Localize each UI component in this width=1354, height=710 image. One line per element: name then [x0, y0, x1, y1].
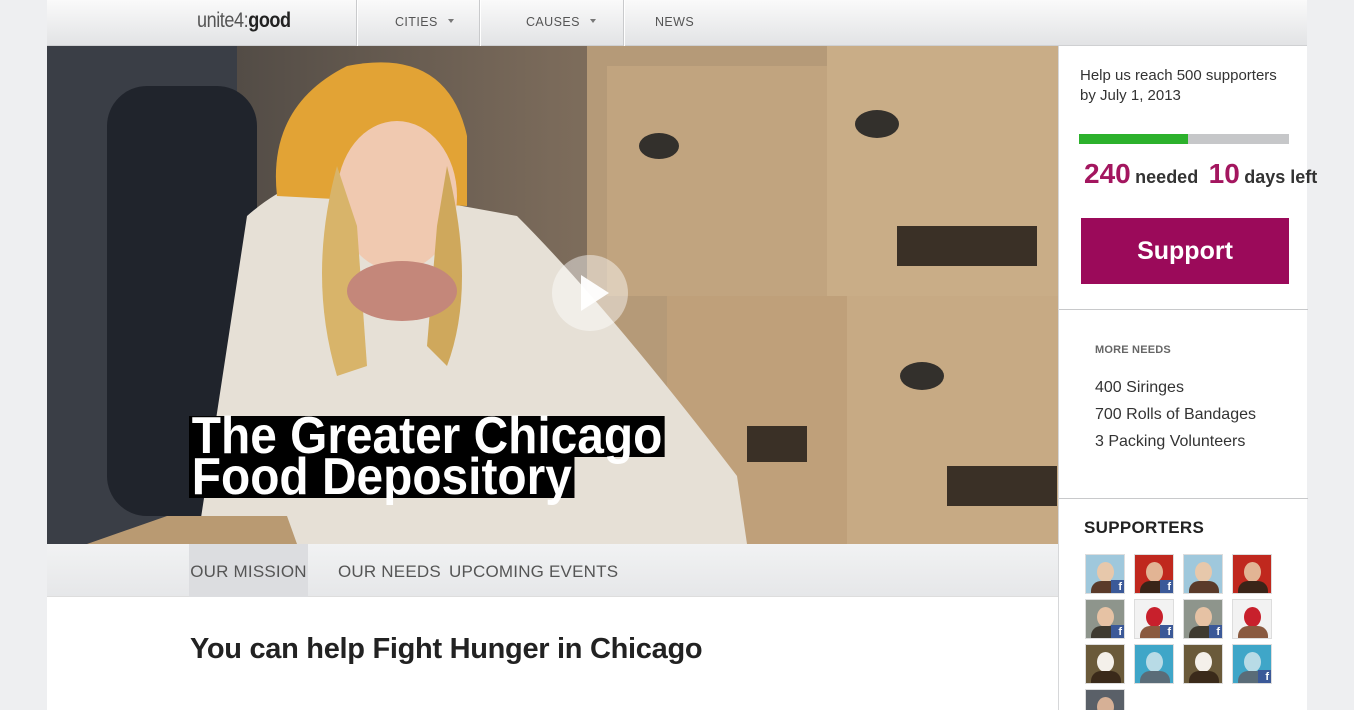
supporter-avatar[interactable]	[1232, 599, 1272, 639]
more-needs-list: 400 Siringes 700 Rolls of Bandages 3 Pac…	[1095, 374, 1256, 455]
nav-causes-label: CAUSES	[526, 15, 580, 29]
supporter-avatar[interactable]: f	[1085, 599, 1125, 639]
chevron-down-icon	[447, 19, 454, 23]
supporter-avatar[interactable]	[1183, 644, 1223, 684]
nav-divider	[479, 0, 480, 46]
supporter-avatar[interactable]: f	[1232, 644, 1272, 684]
supporter-avatar[interactable]: f	[1183, 599, 1223, 639]
progress-bar-fill	[1079, 134, 1189, 144]
nav-cities[interactable]: CITIES	[395, 15, 454, 29]
goal-text: Help us reach 500 supporters by July 1, …	[1080, 67, 1277, 104]
need-item[interactable]: 3 Packing Volunteers	[1095, 428, 1256, 455]
facebook-icon: f	[1111, 580, 1124, 593]
facebook-icon: f	[1160, 580, 1173, 593]
nav-news-label: NEWS	[655, 15, 695, 29]
main-content: You can help Fight Hunger in Chicago	[47, 597, 1058, 710]
nav-news[interactable]: NEWS	[655, 15, 694, 29]
section-heading: You can help Fight Hunger in Chicago	[190, 633, 703, 665]
hero-title: The Greater Chicago Food Depository	[189, 410, 666, 503]
tab-upcoming-events[interactable]: UPCOMING EVENTS	[449, 544, 618, 597]
progress-bar	[1079, 134, 1289, 144]
supporter-avatar[interactable]	[1085, 644, 1125, 684]
campaign-stats: 240 needed 10 days left	[1084, 158, 1323, 190]
nav-divider	[356, 0, 357, 46]
nav-divider	[623, 0, 624, 46]
need-item[interactable]: 700 Rolls of Bandages	[1095, 401, 1256, 428]
supporter-avatar[interactable]	[1085, 689, 1125, 710]
supporters-title: SUPPORTERS	[1084, 518, 1205, 537]
hero-title-line-2: Food Depository	[189, 451, 575, 503]
section-tabs: OUR MISSION OUR NEEDS UPCOMING EVENTS	[47, 544, 1058, 597]
play-video-button[interactable]	[552, 255, 628, 331]
sidebar-divider	[1059, 309, 1308, 310]
supporter-avatar[interactable]: f	[1134, 599, 1174, 639]
tab-our-mission[interactable]: OUR MISSION	[189, 544, 308, 597]
supporter-avatar[interactable]	[1134, 644, 1174, 684]
needed-label: needed	[1135, 167, 1199, 187]
campaign-sidebar: Help us reach 500 supporters by July 1, …	[1058, 46, 1317, 710]
supporter-avatar[interactable]	[1232, 554, 1272, 594]
facebook-icon: f	[1111, 625, 1124, 638]
tab-our-needs[interactable]: OUR NEEDS	[338, 544, 441, 597]
days-count: 10	[1208, 158, 1240, 189]
more-needs-title: MORE NEEDS	[1095, 344, 1171, 356]
chevron-down-icon	[589, 19, 596, 23]
needed-count: 240	[1084, 158, 1131, 189]
facebook-icon: f	[1160, 625, 1173, 638]
top-navigation-bar: unite4:good CITIES CAUSES NEWS	[47, 0, 1307, 46]
facebook-icon: f	[1209, 625, 1222, 638]
need-item[interactable]: 400 Siringes	[1095, 374, 1256, 401]
logo-text-light: unite4:	[197, 9, 249, 32]
support-button[interactable]: Support	[1081, 218, 1289, 284]
nav-cities-label: CITIES	[395, 15, 438, 29]
supporter-avatar[interactable]: f	[1134, 554, 1174, 594]
logo-text-bold: good	[248, 9, 291, 32]
facebook-icon: f	[1258, 670, 1271, 683]
hero-banner: The Greater Chicago Food Depository	[47, 46, 1058, 544]
sidebar-divider	[1059, 498, 1308, 499]
site-logo[interactable]: unite4:good	[197, 9, 291, 33]
days-label: days left	[1244, 167, 1318, 187]
supporter-avatar[interactable]	[1183, 554, 1223, 594]
nav-causes[interactable]: CAUSES	[526, 15, 596, 29]
supporter-avatar[interactable]: f	[1085, 554, 1125, 594]
